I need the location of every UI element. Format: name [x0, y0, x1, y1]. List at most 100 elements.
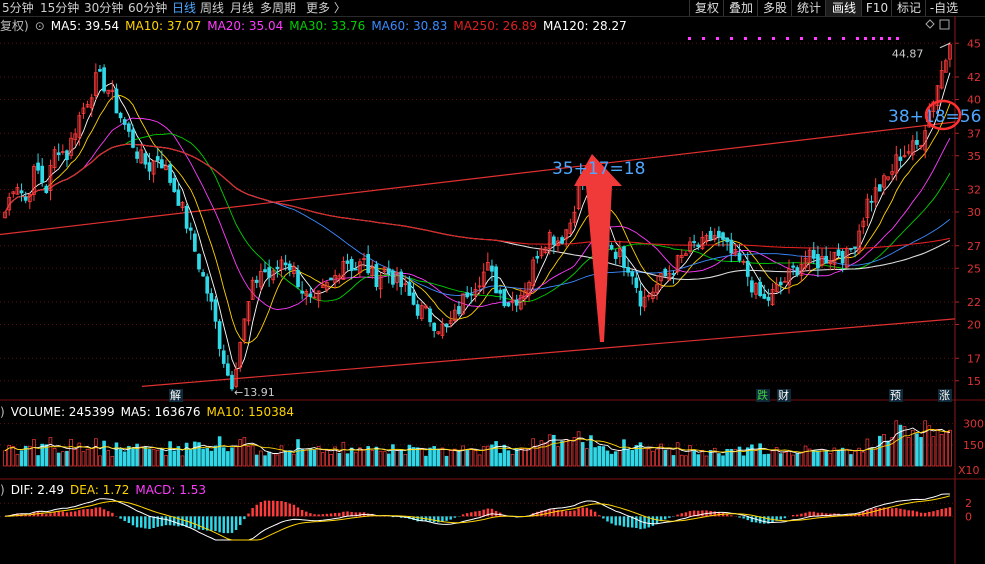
volume-bar: [556, 446, 560, 467]
candle-body: [535, 255, 540, 259]
volume-bar: [791, 454, 795, 467]
candle-body: [428, 308, 432, 323]
volume-bar: [172, 450, 177, 467]
price-tick-label: 15: [967, 375, 981, 388]
volume-bar: [275, 454, 280, 467]
volume-bar: [213, 445, 218, 467]
price-tick-label: 30: [967, 206, 981, 219]
signal-dot: [702, 37, 705, 40]
candle-body: [217, 321, 222, 350]
volume-bar: [547, 434, 552, 467]
signal-dot: [842, 37, 845, 40]
volume-bar: [205, 447, 210, 467]
candle-body: [609, 245, 614, 250]
volume-bar: [902, 426, 907, 467]
signal-dot: [896, 37, 899, 40]
macd-tick-label: 2: [965, 497, 972, 510]
candle-body: [613, 251, 618, 259]
volume-bar: [453, 448, 457, 467]
volume-bar: [519, 448, 523, 467]
volume-bar: [238, 439, 243, 467]
volume-bar: [428, 447, 432, 467]
volume-bar: [143, 446, 148, 467]
candle-body: [147, 162, 152, 172]
volume-bar: [758, 443, 762, 467]
candle-body: [778, 281, 783, 286]
volume-bar: [32, 439, 36, 467]
price-tick-label: 22: [967, 296, 981, 309]
candle-body: [23, 196, 28, 201]
volume-bar: [254, 454, 259, 467]
volume-bar: [778, 453, 783, 467]
volume-bar: [787, 450, 791, 467]
volume-bar: [803, 445, 808, 467]
volume-bar: [783, 452, 787, 467]
volume-bar: [325, 450, 329, 467]
candle-body: [415, 304, 420, 316]
moving-average-line: [4, 117, 951, 311]
candle-body: [506, 302, 511, 307]
stock-chart[interactable]: 15 17 20 22 25 27 30 32 35 37 40 42 45 150 300 02 X10 ←13…: [0, 0, 985, 564]
volume-bar: [234, 446, 238, 467]
volume-bar: [494, 441, 498, 467]
volume-bar: [477, 454, 482, 467]
volume-bar: [651, 450, 655, 467]
candle-body: [849, 247, 853, 250]
volume-bar: [457, 450, 461, 467]
candle-body: [36, 162, 40, 171]
signal-dot: [888, 37, 891, 40]
volume-bar: [263, 455, 267, 467]
trend-line: [0, 121, 956, 236]
candle-body: [386, 268, 391, 274]
signal-dot: [744, 37, 747, 40]
signal-dot: [758, 37, 761, 40]
volume-bar: [122, 451, 127, 467]
volume-bar: [424, 455, 428, 467]
candle-body: [498, 289, 503, 294]
volume-bar: [36, 455, 40, 467]
volume-bar: [580, 442, 585, 467]
volume-bar: [52, 448, 57, 467]
candle-body: [44, 185, 49, 193]
volume-bar: [296, 439, 300, 467]
volume-bar: [939, 434, 944, 467]
volume-bar: [696, 454, 701, 467]
candle-body: [345, 260, 350, 264]
volume-bar: [795, 453, 800, 467]
signal-dot: [730, 37, 733, 40]
candle-body: [836, 249, 841, 256]
volume-bar: [700, 450, 705, 467]
volume-bar: [151, 448, 156, 467]
candle-body: [19, 190, 24, 194]
volume-bar: [844, 448, 849, 467]
volume-bar: [320, 452, 325, 467]
volume-bar: [717, 453, 721, 467]
candle-body: [193, 233, 197, 252]
volume-bar: [527, 448, 531, 467]
volume-bar: [840, 447, 845, 467]
volume-bar: [312, 449, 317, 467]
signal-dot: [786, 37, 789, 40]
volume-bar: [102, 440, 106, 467]
candle-body: [399, 271, 404, 288]
candle-body: [696, 244, 701, 247]
volume-bar: [147, 449, 152, 467]
volume-bar: [164, 454, 168, 467]
candle-body: [254, 279, 259, 283]
signal-dot: [880, 37, 883, 40]
macd-line: [5, 493, 950, 541]
volume-bar: [193, 441, 197, 467]
volume-bar: [498, 452, 502, 467]
candle-body: [131, 129, 135, 148]
candle-body: [209, 293, 214, 302]
volume-bar: [692, 449, 696, 467]
candle-body: [811, 249, 816, 259]
candle-body: [457, 306, 461, 315]
candle-body: [502, 289, 507, 307]
volume-bar: [568, 439, 573, 467]
volume-bar: [642, 447, 647, 467]
candle-body: [494, 266, 498, 294]
price-tick-label: 42: [967, 71, 981, 84]
event-marker: 跌: [757, 388, 768, 402]
volume-bar: [523, 448, 527, 467]
